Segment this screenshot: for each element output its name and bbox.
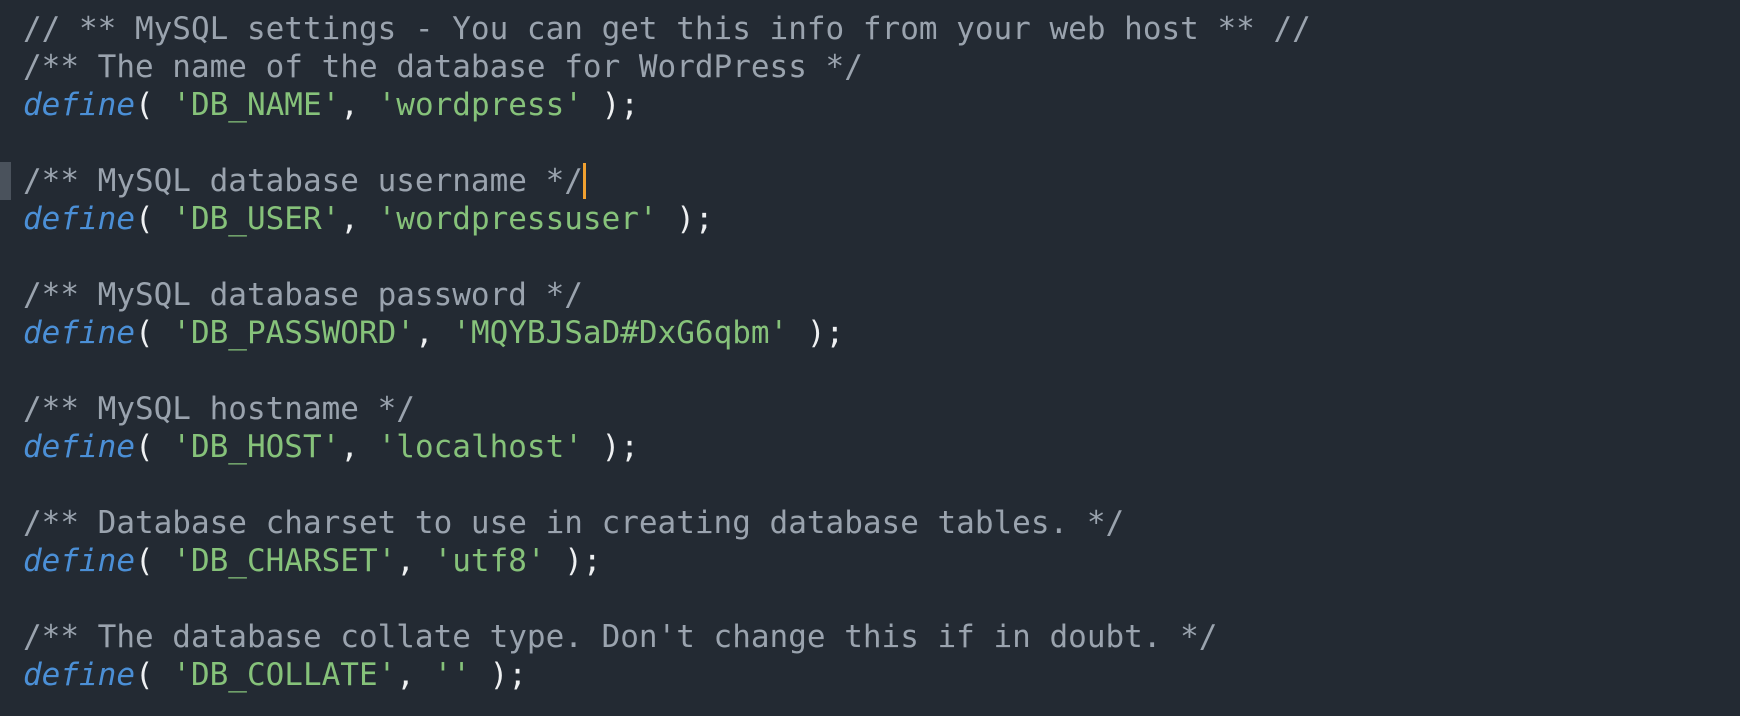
code-punctuation: , bbox=[340, 87, 378, 123]
code-punctuation: , bbox=[414, 315, 453, 351]
code-punctuation: ( bbox=[134, 201, 173, 237]
code-comment: /** The database collate type. Don't cha… bbox=[23, 619, 1218, 655]
code-punctuation: ); bbox=[470, 657, 527, 693]
code-punctuation: ); bbox=[582, 429, 639, 465]
code-punctuation: ( bbox=[134, 657, 173, 693]
code-comment: /** The name of the database for WordPre… bbox=[23, 49, 863, 85]
code-keyword: define bbox=[23, 201, 135, 237]
code-string-value: 'wordpress' bbox=[377, 87, 583, 123]
code-line[interactable]: define( 'DB_NAME', 'wordpress' ); bbox=[23, 86, 1311, 124]
code-punctuation: ); bbox=[788, 315, 845, 351]
code-line-empty[interactable] bbox=[23, 124, 1311, 162]
code-line[interactable]: define( 'DB_CHARSET', 'utf8' ); bbox=[23, 542, 1311, 580]
code-line[interactable]: // ** MySQL settings - You can get this … bbox=[23, 10, 1311, 48]
code-punctuation: ( bbox=[134, 315, 173, 351]
code-string-key: 'DB_USER' bbox=[172, 201, 341, 237]
code-line-empty[interactable] bbox=[23, 466, 1311, 504]
code-string-key: 'DB_HOST' bbox=[172, 429, 341, 465]
code-line[interactable]: define( 'DB_HOST', 'localhost' ); bbox=[23, 428, 1311, 466]
code-punctuation: , bbox=[340, 201, 378, 237]
current-line-marker bbox=[0, 162, 11, 200]
code-line[interactable]: /** The database collate type. Don't cha… bbox=[23, 618, 1311, 656]
code-line[interactable]: define( 'DB_COLLATE', '' ); bbox=[23, 656, 1311, 694]
code-comment: // ** MySQL settings - You can get this … bbox=[23, 11, 1311, 47]
code-string-value: 'wordpressuser' bbox=[377, 201, 658, 237]
code-punctuation: ( bbox=[134, 543, 173, 579]
code-punctuation: ); bbox=[657, 201, 714, 237]
code-area[interactable]: // ** MySQL settings - You can get this … bbox=[23, 10, 1311, 694]
code-punctuation: , bbox=[396, 657, 434, 693]
code-punctuation: ); bbox=[582, 87, 639, 123]
code-keyword: define bbox=[23, 87, 135, 123]
code-line[interactable]: define( 'DB_PASSWORD', 'MQYBJSaD#DxG6qbm… bbox=[23, 314, 1311, 352]
code-line-empty[interactable] bbox=[23, 238, 1311, 276]
code-punctuation: , bbox=[340, 429, 378, 465]
code-keyword: define bbox=[23, 657, 135, 693]
text-cursor bbox=[582, 162, 586, 199]
code-editor[interactable]: // ** MySQL settings - You can get this … bbox=[0, 0, 1740, 716]
code-string-key: 'DB_CHARSET' bbox=[172, 543, 397, 579]
code-punctuation: ); bbox=[545, 543, 602, 579]
code-line-empty[interactable] bbox=[23, 352, 1311, 390]
code-line[interactable]: /** MySQL database password */ bbox=[23, 276, 1311, 314]
code-line[interactable]: /** MySQL database username */ bbox=[23, 162, 1311, 200]
code-keyword: define bbox=[23, 543, 135, 579]
code-string-value: 'utf8' bbox=[433, 543, 546, 579]
code-keyword: define bbox=[23, 315, 135, 351]
code-line[interactable]: /** MySQL hostname */ bbox=[23, 390, 1311, 428]
code-string-key: 'DB_PASSWORD' bbox=[172, 315, 415, 351]
code-punctuation: ( bbox=[134, 87, 173, 123]
code-line-empty[interactable] bbox=[23, 580, 1311, 618]
code-comment: /** MySQL database username */ bbox=[23, 163, 583, 199]
code-string-value: 'localhost' bbox=[377, 429, 583, 465]
code-line[interactable]: /** The name of the database for WordPre… bbox=[23, 48, 1311, 86]
code-punctuation: , bbox=[396, 543, 434, 579]
code-string-value: 'MQYBJSaD#DxG6qbm' bbox=[452, 315, 789, 351]
code-string-key: 'DB_COLLATE' bbox=[172, 657, 397, 693]
code-comment: /** MySQL hostname */ bbox=[23, 391, 415, 427]
code-comment: /** Database charset to use in creating … bbox=[23, 505, 1125, 541]
code-string-key: 'DB_NAME' bbox=[172, 87, 341, 123]
code-punctuation: ( bbox=[134, 429, 173, 465]
code-comment: /** MySQL database password */ bbox=[23, 277, 583, 313]
code-line[interactable]: /** Database charset to use in creating … bbox=[23, 504, 1311, 542]
code-string-value: '' bbox=[433, 657, 471, 693]
code-keyword: define bbox=[23, 429, 135, 465]
code-line[interactable]: define( 'DB_USER', 'wordpressuser' ); bbox=[23, 200, 1311, 238]
